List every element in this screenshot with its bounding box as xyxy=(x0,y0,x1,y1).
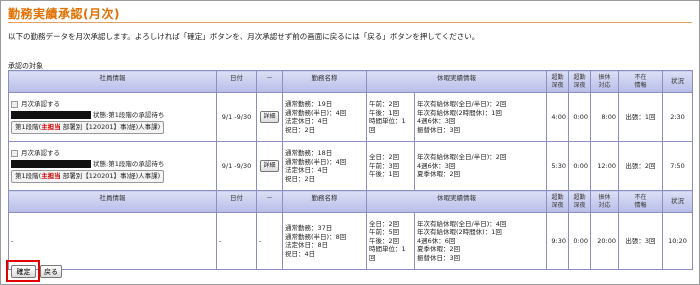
state-cell: 7:50 xyxy=(662,141,693,191)
table-row: 月次承認する 状態:第1段階の承認待ち 第1段階(主担当 部署別【120201】… xyxy=(8,141,693,191)
approval-table: 社員情報 日付 － 勤務名称 休暇実績情報 超勤 深夜 超勤 深夜 振休 対応 不在情… xyxy=(8,70,693,270)
date-cell: 9/1 -9/30 xyxy=(216,92,257,142)
redacted-employee-name xyxy=(11,160,91,168)
col-leave: 休暇実績情報 xyxy=(366,190,547,213)
detail-cell: 詳細 xyxy=(256,141,283,191)
approve-checkbox[interactable] xyxy=(11,101,18,108)
col-status: 状況 xyxy=(662,70,693,93)
title-divider xyxy=(8,22,692,23)
col-ot1: 超勤 深夜 xyxy=(546,70,569,93)
col-employee: 社員情報 xyxy=(8,190,217,213)
approve-checkbox[interactable] xyxy=(11,150,18,157)
col-leave: 休暇実績情報 xyxy=(366,70,547,93)
total-leave-a-cell: 全日：2回 午前：5回 午後：2回 時間単位：1回 xyxy=(366,212,415,270)
total-dash-cell: - xyxy=(256,212,283,270)
employee-cell: 月次承認する 状態:第1段階の承認待ち 第1段階(主担当 部署別【120201】… xyxy=(8,141,217,191)
leave-b-cell: 年次有給休暇(全日/半日)：2回 4週6休：3回 夏季休暇：2回 xyxy=(414,141,547,191)
leave-a-cell: 午前：2回 午後：1回 時間単位：1回 xyxy=(366,92,415,142)
route-badge: 第1段階(主担当 部署別【120201】事)経)人事課) xyxy=(11,121,165,134)
col-employee: 社員情報 xyxy=(8,70,217,93)
status-text: 状態:第1段階の承認待ち xyxy=(93,110,165,119)
total-absence-cell: 出張：3回 xyxy=(618,212,663,270)
col-ot1: 超勤 深夜 xyxy=(546,190,569,213)
detail-button[interactable]: 詳細 xyxy=(260,159,279,173)
table-header-row: 社員情報 日付 － 勤務名称 休暇実績情報 超勤 深夜 超勤 深夜 振休 対応 不在情… xyxy=(8,190,693,213)
sub-cell: 8:00 xyxy=(590,92,619,142)
col-work-name: 勤務名称 xyxy=(282,190,367,213)
col-sub: 振休 対応 xyxy=(590,70,619,93)
table-header-row: 社員情報 日付 － 勤務名称 休暇実績情報 超勤 深夜 超勤 深夜 振休 対応 不在情… xyxy=(8,70,693,93)
absence-cell: 出張：2回 xyxy=(618,141,663,191)
col-ot2: 超勤 深夜 xyxy=(568,190,591,213)
absence-cell: 出張：1回 xyxy=(618,92,663,142)
ot1-cell: 4:00 xyxy=(546,92,569,142)
col-absence: 不在 情報 xyxy=(618,190,663,213)
total-leave-b-cell: 年次有給休暇(全日/半日)：4回 年次有給休暇(2時間休)：1回 4週6休：6回 夏季… xyxy=(414,212,547,270)
page-title: 勤務実績承認(月次) xyxy=(8,7,120,21)
employee-cell: 月次承認する 状態:第1段階の承認待ち 第1段階(主担当 部署別【120201】… xyxy=(8,92,217,142)
total-sub-cell: 20:00 xyxy=(590,212,619,270)
col-work-name: 勤務名称 xyxy=(282,70,367,93)
state-cell: 2:30 xyxy=(662,92,693,142)
back-button[interactable]: 戻る xyxy=(40,265,62,278)
leave-b-cell: 年次有給休暇(全日/半日)：2回 年次有給休暇(2時間休)：1回 4週6休：3回 振替… xyxy=(414,92,547,142)
col-date: 日付 xyxy=(216,70,257,93)
total-state-cell: 10:20 xyxy=(662,212,693,270)
work-cell: 通常勤務：19日 通常勤務(半日)：4回 法定休日：4日 祝日：2日 xyxy=(282,92,367,142)
table-row: 月次承認する 状態:第1段階の承認待ち 第1段階(主担当 部署別【120201】… xyxy=(8,92,693,142)
ot2-cell: 0:00 xyxy=(568,141,591,191)
col-dash: － xyxy=(256,70,283,93)
redacted-employee-name xyxy=(11,111,91,119)
col-sub: 振休 対応 xyxy=(590,190,619,213)
leave-a-cell: 全日：2回 午前：3回 午後：1回 xyxy=(366,141,415,191)
total-row: - - - 通常勤務：37日 通常勤務(半日)：8回 法定休日：8日 祝日：4日 全日… xyxy=(8,212,693,270)
confirm-button[interactable]: 確定 xyxy=(11,265,36,278)
total-ot1-cell: 9:30 xyxy=(546,212,569,270)
total-work-cell: 通常勤務：37日 通常勤務(半日)：8回 法定休日：8日 祝日：4日 xyxy=(282,212,367,270)
col-dash: － xyxy=(256,190,283,213)
col-status: 状況 xyxy=(662,190,693,213)
date-cell: 9/1 -9/30 xyxy=(216,141,257,191)
detail-button[interactable]: 詳細 xyxy=(260,110,279,124)
status-text: 状態:第1段階の承認待ち xyxy=(93,159,165,168)
col-date: 日付 xyxy=(216,190,257,213)
total-date-cell: - xyxy=(216,212,257,270)
col-ot2: 超勤 深夜 xyxy=(568,70,591,93)
total-ot2-cell: 0:00 xyxy=(568,212,591,270)
sub-cell: 12:00 xyxy=(590,141,619,191)
checkbox-label: 月次承認する xyxy=(21,149,60,158)
work-cell: 通常勤務：18日 通常勤務(半日)：4回 法定休日：4日 祝日：2日 xyxy=(282,141,367,191)
ot1-cell: 5:30 xyxy=(546,141,569,191)
route-badge: 第1段階(主担当 部署別【120201】事)経)人事課) xyxy=(11,170,165,183)
col-absence: 不在 情報 xyxy=(618,70,663,93)
intro-text: 以下の勤務データを月次承認します。よろしければ「確定」ボタンを、月次承認せず前の… xyxy=(8,32,480,41)
detail-cell: 詳細 xyxy=(256,92,283,142)
checkbox-label: 月次承認する xyxy=(21,100,60,109)
ot2-cell: 0:00 xyxy=(568,92,591,142)
